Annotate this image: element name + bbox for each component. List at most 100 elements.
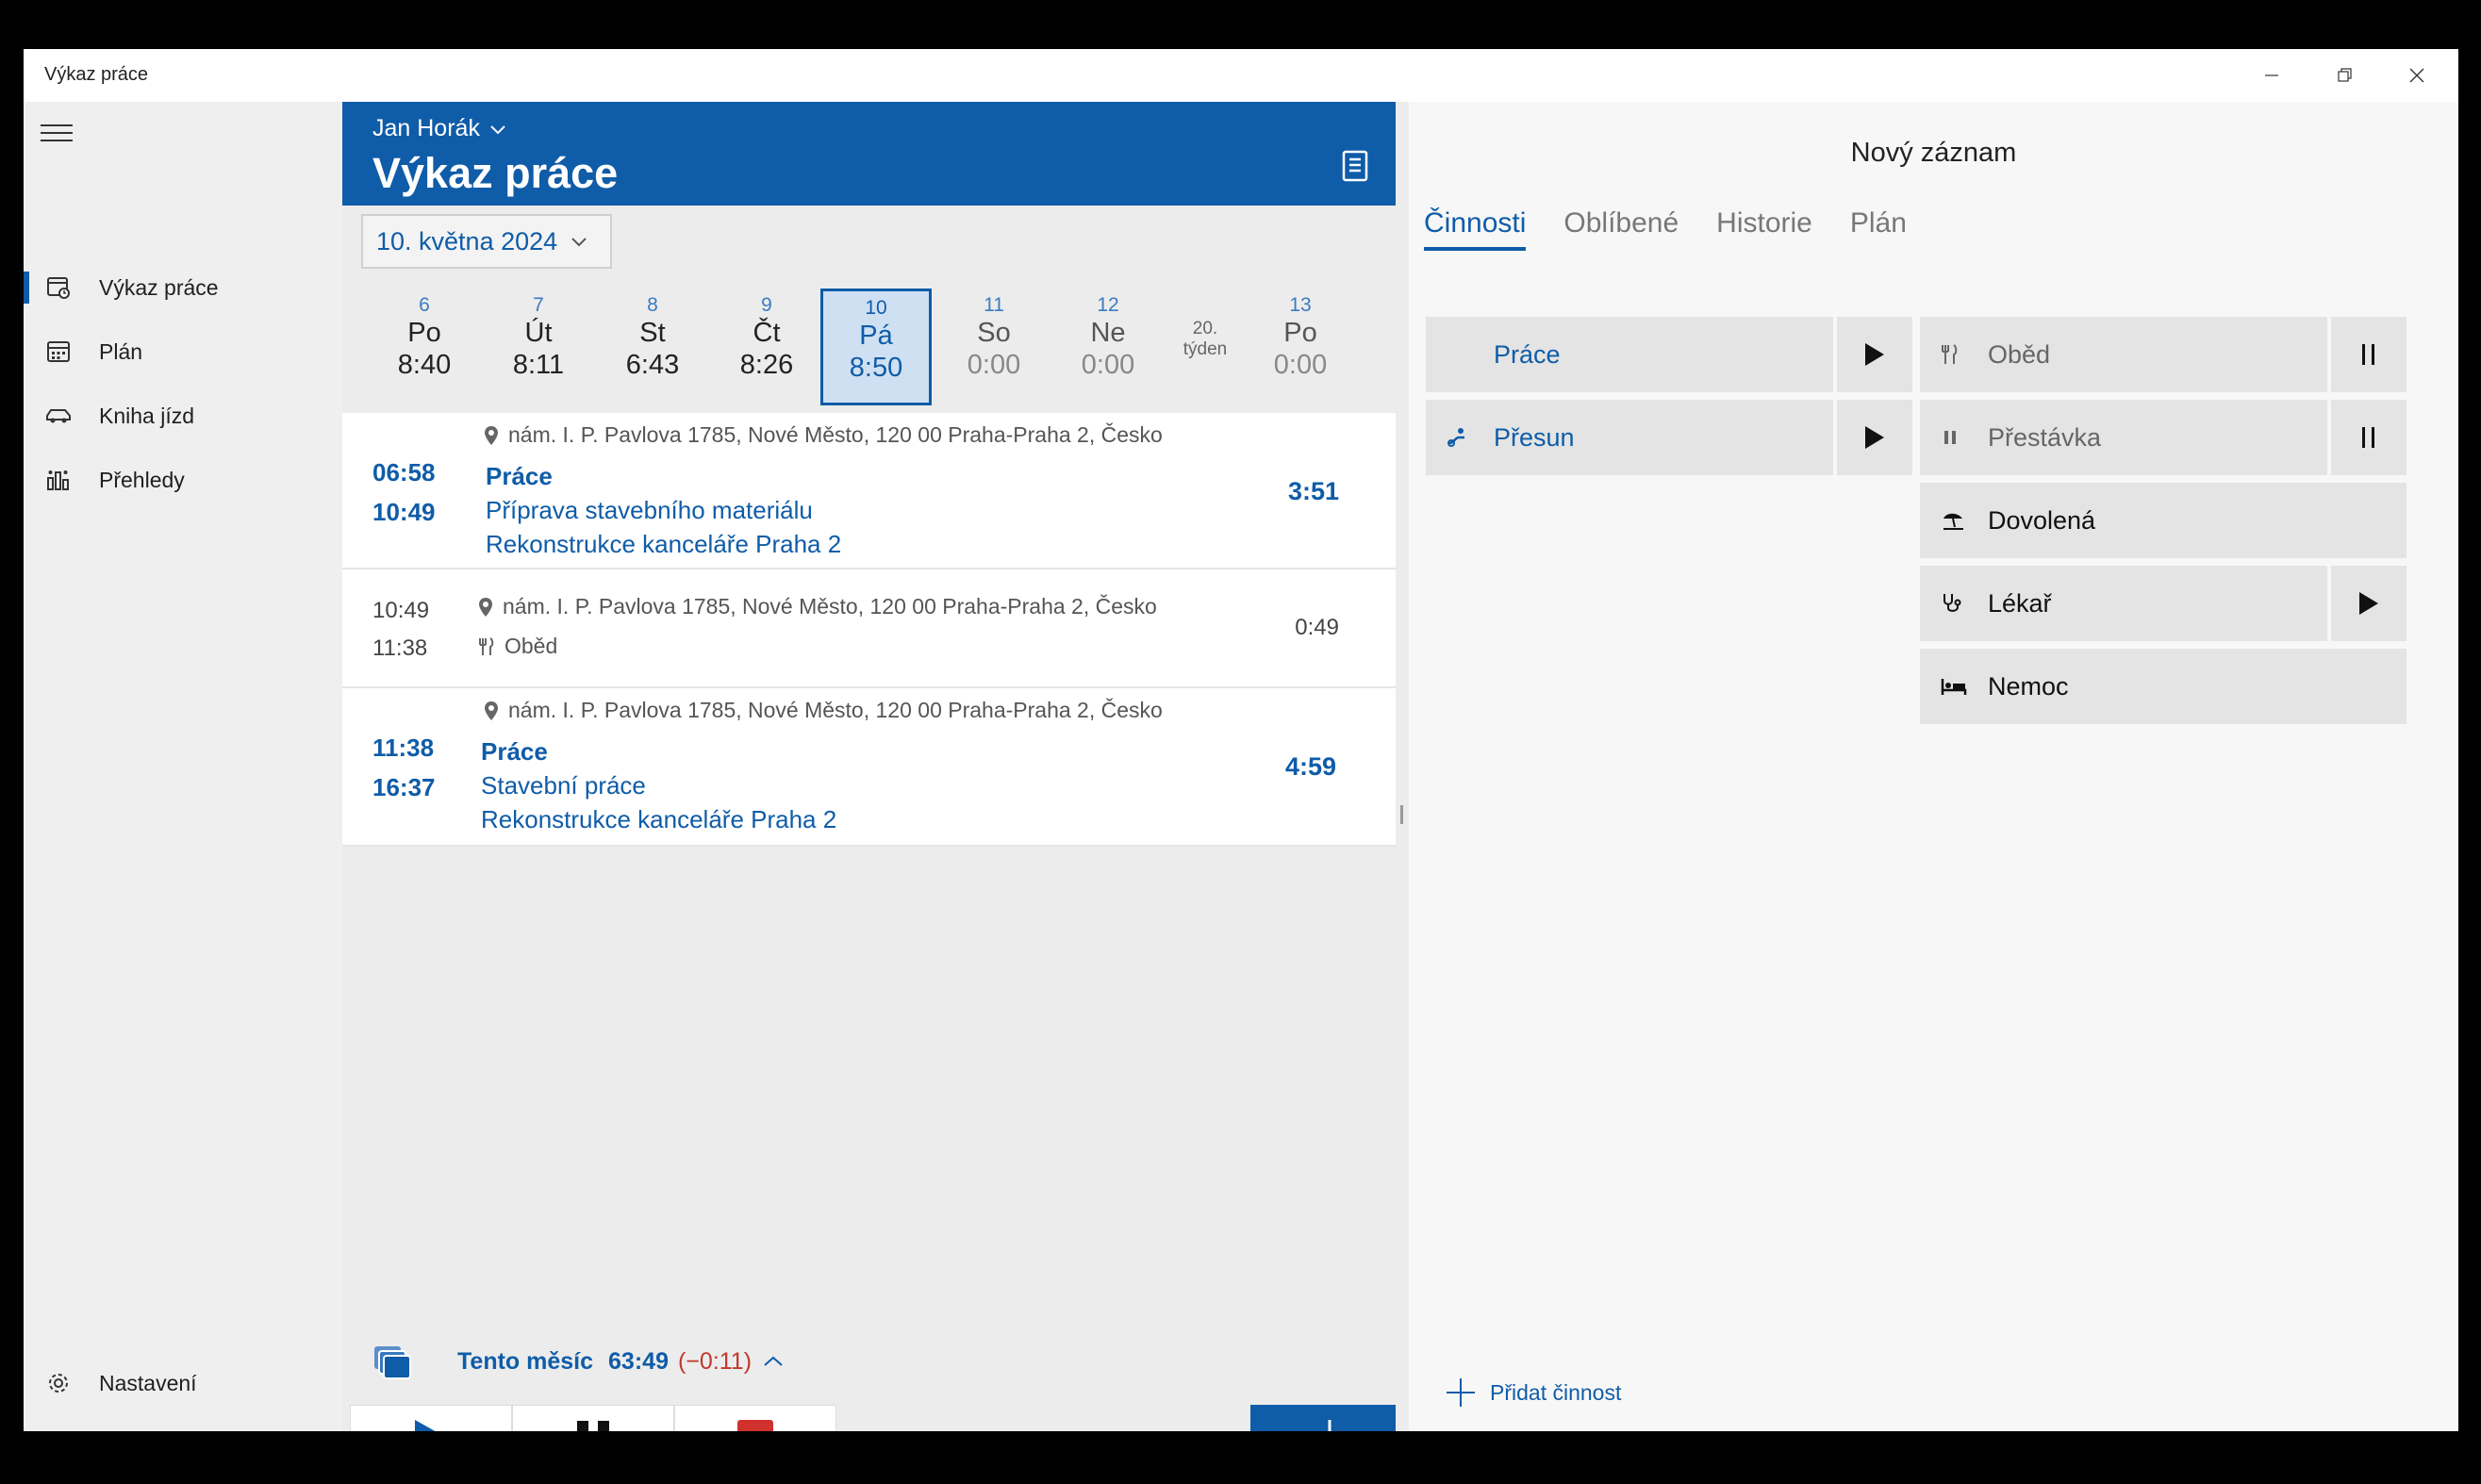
week-label: týden <box>1183 339 1228 359</box>
week-number: 20. týden <box>1177 319 1233 360</box>
date-label: 10. května 2024 <box>376 226 558 256</box>
tab-cinnosti[interactable]: Činnosti <box>1424 207 1527 251</box>
summary-value: 63:49 <box>608 1347 669 1375</box>
month-summary[interactable]: Tento měsíc 63:49 (−0:11) <box>371 1343 784 1380</box>
restore-button[interactable] <box>2309 49 2381 102</box>
pause-button[interactable] <box>512 1405 674 1431</box>
sidebar-item-vykaz-prace[interactable]: Výkaz práce <box>24 258 342 317</box>
stop-icon <box>737 1420 773 1431</box>
activity-label: Práce <box>1494 339 1561 369</box>
day-cell[interactable]: 9 Čt 8:26 <box>711 289 822 405</box>
list-item[interactable]: nám. I. P. Pavlova 1785, Nové Město, 120… <box>342 569 1396 688</box>
day-name: So <box>977 318 1011 348</box>
title-bar: Výkaz práce <box>24 49 2458 102</box>
report-icon[interactable] <box>1341 149 1371 188</box>
selection-indicator <box>24 272 29 304</box>
entry-duration: 4:59 <box>1284 752 1336 781</box>
activity-obed[interactable]: Oběd <box>1920 317 2327 392</box>
sidebar-item-label: Výkaz práce <box>99 274 219 300</box>
activity-prestavka[interactable]: Přestávka <box>1920 400 2327 475</box>
sidebar-item-plan[interactable]: Plán <box>24 322 342 381</box>
fork-knife-icon <box>479 636 494 655</box>
summary-label: Tento měsíc <box>457 1347 594 1375</box>
day-hours: 8:26 <box>739 350 794 380</box>
panel-title: Nový záznam <box>1850 138 2017 168</box>
entry-location: nám. I. P. Pavlova 1785, Nové Město, 120… <box>484 422 1163 448</box>
activity-lekar[interactable]: Lékař <box>1920 566 2327 641</box>
minimize-icon <box>2265 74 2278 76</box>
activity-prace[interactable]: Práce <box>1426 317 1833 392</box>
entry-task: Stavební práce <box>481 771 646 800</box>
day-name: Po <box>1283 318 1317 348</box>
entry-list: nám. I. P. Pavlova 1785, Nové Město, 120… <box>342 413 1396 847</box>
start-button[interactable] <box>350 1405 512 1431</box>
activity-dovolena[interactable]: Dovolená <box>1920 483 2407 558</box>
tab-historie[interactable]: Historie <box>1716 207 1812 251</box>
entry-end: 10:49 <box>372 498 436 526</box>
stop-button[interactable] <box>674 1405 836 1431</box>
entry-start: 10:49 <box>372 598 430 623</box>
list-item[interactable]: nám. I. P. Pavlova 1785, Nové Město, 120… <box>342 413 1396 569</box>
activity-text: Oběd <box>504 634 558 658</box>
day-cell-selected[interactable]: 10 Pá 8:50 <box>820 289 932 405</box>
entry-end: 11:38 <box>372 635 428 661</box>
close-button[interactable] <box>2381 49 2453 102</box>
plus-icon <box>1447 1378 1475 1407</box>
day-cell[interactable]: 7 Út 8:11 <box>483 289 594 405</box>
start-presun-button[interactable] <box>1837 400 1912 475</box>
play-icon <box>1865 426 1884 449</box>
plus-icon <box>1328 1420 1331 1431</box>
add-activity-button[interactable]: Přidat činnost <box>1445 1377 1621 1409</box>
pause-obed-button[interactable] <box>2331 317 2407 392</box>
app-window: Výkaz práce Výkaz práce Plán Kniha jízd … <box>24 49 2458 1431</box>
start-prace-button[interactable] <box>1837 317 1912 392</box>
day-number: 13 <box>1289 294 1312 316</box>
start-lekar-button[interactable] <box>2331 566 2407 641</box>
entry-start: 06:58 <box>372 458 436 486</box>
list-item[interactable]: nám. I. P. Pavlova 1785, Nové Město, 120… <box>342 688 1396 847</box>
day-cell[interactable]: 6 Po 8:40 <box>369 289 480 405</box>
add-entry-button[interactable] <box>1250 1405 1409 1431</box>
tab-oblibene[interactable]: Oblíbené <box>1563 207 1679 251</box>
day-cell[interactable]: 11 So 0:00 <box>938 289 1050 405</box>
location-pin-icon <box>479 597 492 617</box>
minimize-button[interactable] <box>2236 49 2307 102</box>
week-strip: 6 Po 8:40 7 Út 8:11 8 St 6:43 9 Čt 8:26 … <box>342 281 1396 405</box>
chevron-down-icon <box>490 124 505 134</box>
entry-project: Rekonstrukce kanceláře Praha 2 <box>481 805 837 833</box>
panel-tabs: Činnosti Oblíbené Historie Plán <box>1424 207 1907 251</box>
activity-nemoc[interactable]: Nemoc <box>1920 649 2407 724</box>
pane-splitter[interactable] <box>1396 102 1409 1431</box>
day-cell[interactable]: 8 St 6:43 <box>597 289 708 405</box>
location-pin-icon <box>485 701 498 720</box>
play-icon <box>1865 343 1884 366</box>
activity-presun[interactable]: Přesun <box>1426 400 1833 475</box>
activity-label: Přesun <box>1494 422 1575 452</box>
date-picker[interactable]: 10. května 2024 <box>361 214 612 269</box>
car-icon <box>44 402 73 430</box>
chevron-down-icon <box>571 238 587 247</box>
day-name: Čt <box>753 318 781 348</box>
settings-button[interactable]: Nastavení <box>24 1354 342 1412</box>
activity-label: Lékař <box>1988 588 2052 618</box>
sidebar-item-kniha-jizd[interactable]: Kniha jízd <box>24 387 342 445</box>
day-cell[interactable]: 13 Po 0:00 <box>1245 289 1356 405</box>
user-selector[interactable]: Jan Horák <box>372 115 506 142</box>
day-name: Ne <box>1090 318 1126 348</box>
activity-label: Nemoc <box>1988 671 2069 701</box>
add-activity-label: Přidat činnost <box>1490 1379 1622 1405</box>
pause-prestavka-button[interactable] <box>2331 400 2407 475</box>
day-number: 6 <box>419 294 430 316</box>
day-cell[interactable]: 12 Ne 0:00 <box>1052 289 1164 405</box>
activity-label: Dovolená <box>1988 505 2096 535</box>
pause-icon <box>577 1421 609 1431</box>
menu-icon[interactable] <box>41 119 73 147</box>
entry-location: nám. I. P. Pavlova 1785, Nové Město, 120… <box>478 594 1157 619</box>
umbrella-icon <box>1941 510 1965 531</box>
sidebar-item-label: Přehledy <box>99 467 185 492</box>
tab-plan[interactable]: Plán <box>1850 207 1907 251</box>
entry-activity: Práce <box>486 462 553 490</box>
play-icon <box>2359 592 2378 615</box>
app-header: Jan Horák Výkaz práce <box>342 102 1396 206</box>
sidebar-item-prehledy[interactable]: Přehledy <box>24 451 342 509</box>
